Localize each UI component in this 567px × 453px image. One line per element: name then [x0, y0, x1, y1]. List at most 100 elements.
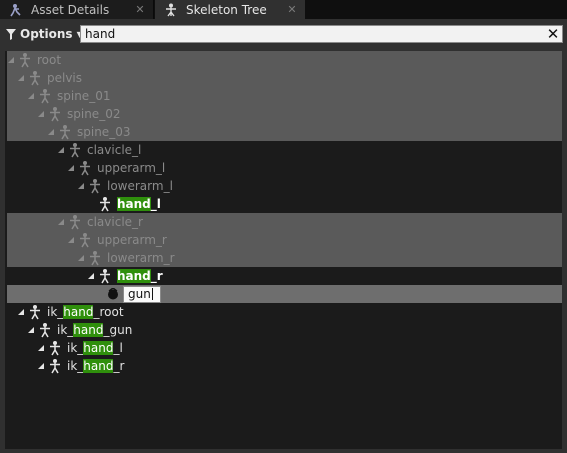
expand-arrow-icon[interactable] [37, 344, 45, 352]
name-text: clavicle_r [87, 215, 143, 229]
bone-icon [37, 88, 53, 104]
expand-arrow-icon[interactable] [87, 272, 95, 280]
bone-row[interactable]: ik_hand_root [5, 303, 562, 321]
bone-icon [97, 196, 113, 212]
bone-name: pelvis [47, 71, 82, 85]
bone-row[interactable]: ik_hand_r [5, 357, 562, 375]
bone-row[interactable]: clavicle_r [5, 213, 562, 231]
bone-row[interactable]: hand_l [5, 195, 562, 213]
bone-icon [87, 178, 103, 194]
name-text: lowerarm_l [107, 179, 173, 193]
bone-row[interactable]: clavicle_l [5, 141, 562, 159]
expand-arrow-icon[interactable] [67, 236, 75, 244]
name-text: spine_03 [77, 125, 131, 139]
bone-icon [27, 70, 43, 86]
skeleton-tree[interactable]: root pelvis spine_01 spine_02 spine_03 c… [5, 51, 562, 449]
expand-arrow-icon[interactable] [37, 362, 45, 370]
bone-icon [47, 106, 63, 122]
bone-icon [67, 142, 83, 158]
socket-row[interactable]: gun [7, 285, 562, 303]
expand-arrow-icon[interactable] [47, 128, 55, 136]
bone-row[interactable]: hand_r [5, 267, 562, 285]
options-button[interactable]: Options ▼ [6, 26, 83, 42]
socket-name-edit[interactable]: gun [123, 285, 161, 303]
close-icon[interactable]: ✕ [133, 3, 147, 16]
close-icon[interactable]: ✕ [546, 25, 560, 43]
bone-name: clavicle_l [87, 143, 141, 157]
bone-row[interactable]: root [5, 51, 562, 69]
name-text: ik_ [57, 323, 74, 337]
asset-details-icon [8, 2, 24, 18]
filter-bar: Options ▼ ✕ [0, 19, 567, 49]
bone-name: hand_r [117, 269, 163, 283]
name-text: _l [150, 197, 161, 211]
bone-row[interactable]: ik_hand_l [5, 339, 562, 357]
expand-arrow-icon[interactable] [17, 308, 25, 316]
name-text: spine_02 [67, 107, 121, 121]
bone-name: ik_hand_root [47, 305, 124, 319]
expand-arrow-icon[interactable] [77, 182, 85, 190]
expand-arrow-icon[interactable] [57, 218, 65, 226]
text-caret [151, 287, 153, 300]
options-label: Options [20, 27, 73, 41]
bone-row[interactable]: pelvis [5, 69, 562, 87]
bone-icon [37, 322, 53, 338]
expand-arrow-icon[interactable] [27, 326, 35, 334]
tab-label: Asset Details [31, 2, 110, 17]
name-text: ik_ [47, 305, 64, 319]
bone-row[interactable]: ik_hand_gun [5, 321, 562, 339]
name-text: upperarm_l [97, 161, 166, 175]
bone-icon [97, 268, 113, 284]
expand-arrow-icon[interactable] [7, 56, 15, 64]
name-text: _r [150, 269, 163, 283]
search-match-highlight: hand [83, 341, 114, 355]
bone-row[interactable]: upperarm_l [5, 159, 562, 177]
search-match-highlight: hand [83, 359, 114, 373]
expand-arrow-icon[interactable] [87, 200, 95, 208]
bone-row[interactable]: spine_01 [5, 87, 562, 105]
bone-icon [17, 52, 33, 68]
filter-icon [6, 28, 16, 40]
bone-row[interactable]: lowerarm_r [5, 249, 562, 267]
tab-skeleton-tree[interactable]: Skeleton Tree ✕ [155, 0, 305, 19]
expand-arrow-icon[interactable] [67, 164, 75, 172]
name-text: _r [113, 359, 125, 373]
bone-row[interactable]: spine_03 [5, 123, 562, 141]
bone-name: spine_03 [77, 125, 130, 139]
bone-name: spine_02 [67, 107, 120, 121]
close-icon[interactable]: ✕ [285, 3, 299, 16]
expand-arrow-icon[interactable] [17, 74, 25, 82]
search-match-highlight: hand [63, 305, 94, 319]
search-match-highlight: hand [117, 269, 151, 283]
expand-arrow-icon[interactable] [77, 254, 85, 262]
bone-icon [47, 358, 63, 374]
bone-name: root [37, 53, 61, 67]
name-text: upperarm_r [97, 233, 167, 247]
tab-asset-details[interactable]: Asset Details ✕ [0, 0, 154, 19]
name-text: _l [113, 341, 123, 355]
bone-icon [87, 250, 103, 266]
name-text: _root [93, 305, 124, 319]
bone-name: upperarm_r [97, 233, 167, 247]
name-text: pelvis [47, 71, 83, 85]
bone-name: hand_l [117, 197, 161, 211]
name-text: clavicle_l [87, 143, 142, 157]
expand-arrow-icon[interactable] [57, 146, 65, 154]
search-match-highlight: hand [73, 323, 104, 337]
expand-arrow-icon[interactable] [37, 110, 45, 118]
tab-label: Skeleton Tree [186, 2, 267, 17]
bone-icon [47, 340, 63, 356]
skeleton-tree-panel: Options ▼ ✕ root pelvis spine_01 spine_0… [0, 19, 567, 453]
bone-name: lowerarm_r [107, 251, 175, 265]
search-input[interactable] [85, 26, 525, 42]
bone-icon [67, 214, 83, 230]
bone-icon [27, 304, 43, 320]
bone-row[interactable]: lowerarm_l [5, 177, 562, 195]
search-box[interactable]: ✕ [80, 25, 563, 43]
bone-row[interactable]: upperarm_r [5, 231, 562, 249]
expand-arrow-icon[interactable] [27, 92, 35, 100]
bone-name: ik_hand_gun [57, 323, 132, 337]
name-text: spine_01 [57, 89, 111, 103]
bone-icon [57, 124, 73, 140]
bone-row[interactable]: spine_02 [5, 105, 562, 123]
